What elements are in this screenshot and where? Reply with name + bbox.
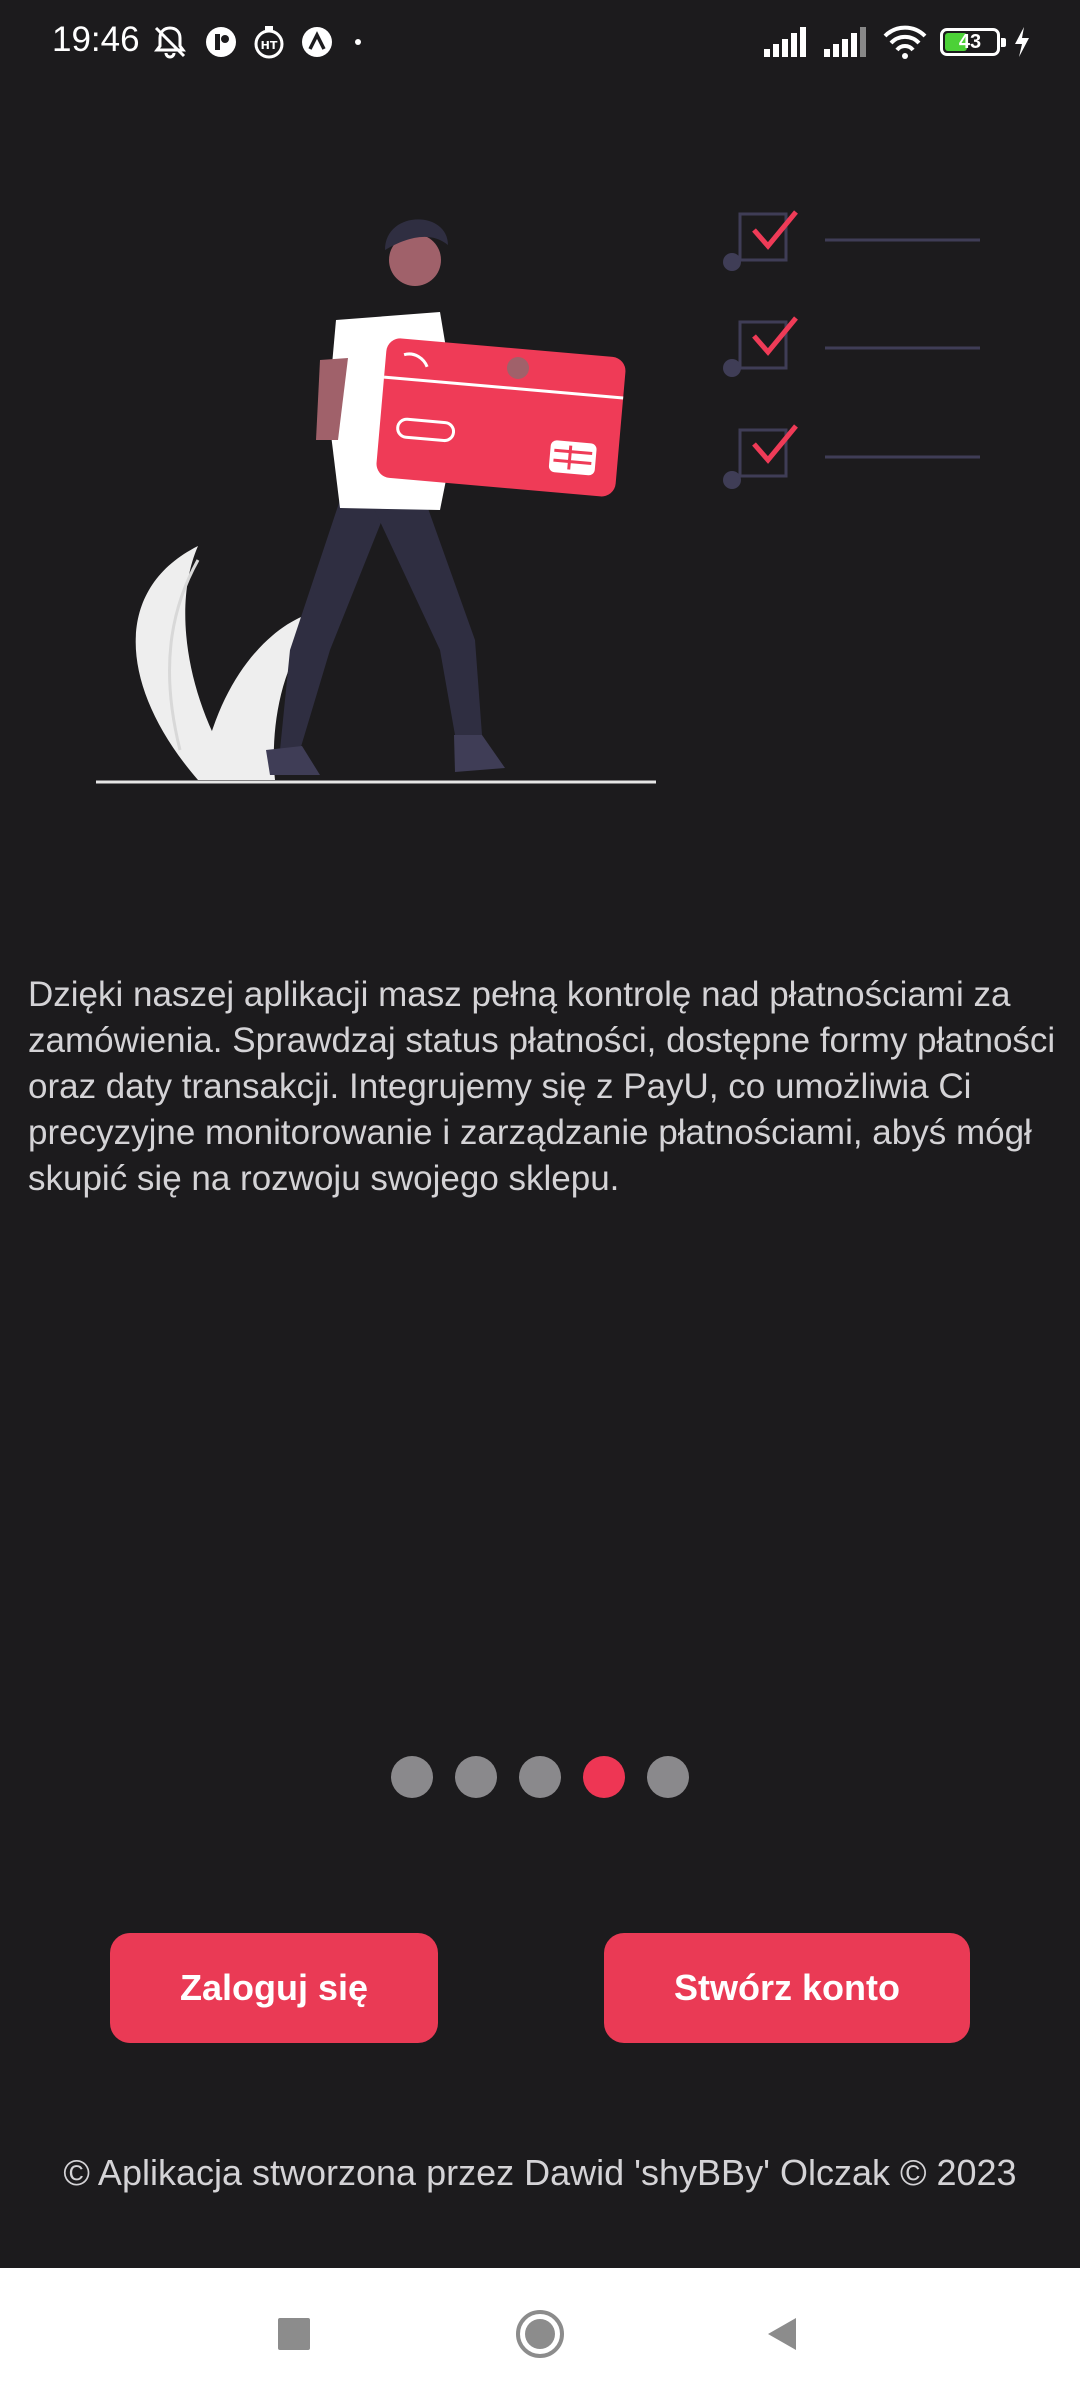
credit-card-illustration xyxy=(376,338,626,497)
page-dot-5[interactable] xyxy=(647,1756,689,1798)
stopwatch-icon: HT xyxy=(252,24,286,60)
system-nav-bar xyxy=(0,2268,1080,2400)
battery-percent: 43 xyxy=(958,30,982,53)
charging-icon xyxy=(1012,25,1032,59)
status-bar: 19:46 HT 43 xyxy=(0,0,1080,84)
status-right-icons: 43 xyxy=(762,20,1032,64)
battery-icon: 43 xyxy=(940,28,1006,56)
wifi-icon xyxy=(882,24,928,60)
onboarding-description: Dzięki naszej aplikacji masz pełną kontr… xyxy=(28,975,1056,1198)
page-indicator xyxy=(0,1756,1080,1798)
hand-illustration xyxy=(507,357,529,379)
footer-copyright: © Aplikacja stworzona przez Dawid 'shyBB… xyxy=(63,2152,1017,2193)
recents-square-icon[interactable] xyxy=(264,2304,324,2364)
login-button[interactable]: Zaloguj się xyxy=(110,1933,438,2043)
signal-2-icon xyxy=(822,25,870,59)
page-dot-2[interactable] xyxy=(455,1756,497,1798)
person-illustration xyxy=(266,219,505,775)
back-triangle-icon[interactable] xyxy=(752,2304,812,2364)
signal-1-icon xyxy=(762,25,810,59)
create-account-button[interactable]: Stwórz konto xyxy=(604,1933,970,2043)
payment-illustration xyxy=(96,210,980,784)
up-arrow-app-icon xyxy=(300,25,334,59)
page-dot-3[interactable] xyxy=(519,1756,561,1798)
status-left-icons: HT xyxy=(150,20,368,64)
dot-icon xyxy=(348,32,368,52)
home-circle-icon[interactable] xyxy=(510,2304,570,2364)
checklist-illustration xyxy=(723,210,980,489)
page-dot-1[interactable] xyxy=(391,1756,433,1798)
muted-notifications-icon xyxy=(150,22,190,62)
page-dot-4-active[interactable] xyxy=(583,1756,625,1798)
status-time: 19:46 xyxy=(52,20,140,59)
app-badge-icon xyxy=(204,25,238,59)
svg-text:HT: HT xyxy=(261,39,278,52)
